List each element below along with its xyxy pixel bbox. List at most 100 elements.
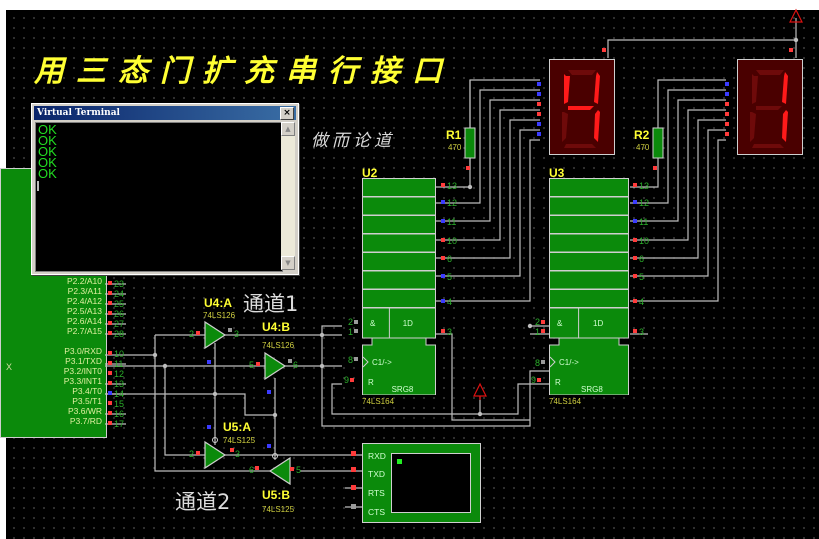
reg-pin: 13 — [447, 181, 458, 191]
shift-register-body: & 1D C1/-> R SRG8 — [549, 178, 629, 395]
vt-pin-rts: RTS — [368, 488, 385, 498]
mcu-pin-number: 15 — [114, 399, 125, 409]
mcu-pin-number: 16 — [114, 409, 125, 419]
reg-pin: 3 — [639, 327, 645, 337]
vt-pin-txd: TXD — [368, 469, 385, 479]
register-stage — [362, 178, 436, 197]
register-stage — [362, 289, 436, 308]
segment-a — [756, 70, 784, 75]
label-d: 1D — [593, 319, 603, 328]
segment-e — [562, 112, 568, 142]
reg-pin: 6 — [639, 254, 645, 264]
reg-pin: 2 — [348, 317, 354, 327]
segment-e — [750, 112, 756, 142]
shift-register-u2[interactable]: & 1D C1/-> R SRG8 — [362, 178, 436, 395]
mcu-pin-number: 14 — [114, 389, 125, 399]
vt-scrollbar[interactable]: ▲ ▼ — [281, 122, 295, 270]
reg-pin: 1 — [348, 327, 354, 337]
virtual-terminal-window[interactable]: Virtual Terminal × OK OK OK OK OK ▲ ▼ — [31, 103, 299, 275]
reg-pin: 10 — [447, 236, 458, 246]
seven-segment-display-2 — [737, 59, 803, 155]
segment-g — [568, 106, 594, 110]
register-part-u2: 74LS164 — [362, 397, 395, 406]
label-and: & — [557, 319, 563, 328]
resistor-r2 — [652, 127, 664, 159]
gate-ref-u4a: U4:A — [204, 296, 233, 310]
reg-pin: 3 — [447, 327, 453, 337]
reg-pin: 6 — [447, 254, 453, 264]
reg-pin: 9 — [531, 375, 537, 385]
mcu-pin-number: 13 — [114, 379, 125, 389]
buffer-u5b-icon — [268, 456, 291, 486]
segment-f — [752, 74, 758, 104]
resistor-value-r2: 470 — [636, 143, 650, 152]
reg-pin: 2 — [535, 317, 541, 327]
register-stage — [549, 233, 629, 253]
reg-pin: 8 — [348, 355, 354, 365]
gate-pin: 3 — [235, 449, 241, 459]
segment-c — [594, 110, 600, 142]
segment-g — [756, 106, 782, 110]
gate-part-u4b: 74LS126 — [262, 341, 295, 350]
register-stage — [362, 233, 436, 253]
vt-window-titlebar[interactable]: Virtual Terminal × — [34, 106, 296, 120]
mcu-pin-number: 27 — [114, 319, 125, 329]
shift-register-body: & 1D C1/-> R SRG8 — [362, 178, 436, 395]
reg-pin: 9 — [344, 375, 350, 385]
segment-f — [564, 74, 570, 104]
shift-register-u3[interactable]: & 1D C1/-> R SRG8 — [549, 178, 629, 395]
gate-pin: 2 — [189, 329, 195, 339]
register-stage — [362, 270, 436, 290]
register-stage — [549, 270, 629, 290]
register-stage — [549, 289, 629, 308]
mcu-pin-number: 26 — [114, 309, 125, 319]
scroll-down-icon[interactable]: ▼ — [281, 256, 295, 270]
reg-pin: 12 — [639, 198, 650, 208]
reg-pin: 8 — [535, 358, 541, 368]
mcu-pin-number: 23 — [114, 279, 125, 289]
label-srg8: SRG8 — [581, 385, 603, 394]
gate-ref-u4b: U4:B — [262, 320, 291, 334]
vt-window-title: Virtual Terminal — [37, 108, 120, 118]
vt-output-area[interactable]: OK OK OK OK OK — [35, 122, 283, 272]
reg-pin: 5 — [447, 272, 453, 282]
close-icon[interactable]: × — [280, 107, 294, 120]
vt-status-led — [397, 459, 402, 464]
register-stage — [549, 215, 629, 234]
label-clock: C1/-> — [559, 358, 579, 367]
text-caret — [37, 181, 39, 191]
gate-part-u5b: 74LS125 — [262, 505, 295, 514]
reg-pin: 4 — [639, 297, 645, 307]
register-stage — [362, 215, 436, 234]
mcu-pin-number: 25 — [114, 299, 125, 309]
resistor-ref-r1: R1 — [446, 128, 462, 142]
segment-a — [568, 70, 596, 75]
gate-ref-u5b: U5:B — [262, 488, 291, 502]
label-d: 1D — [403, 319, 413, 328]
reg-pin: 5 — [639, 272, 645, 282]
scroll-up-icon[interactable]: ▲ — [281, 122, 295, 136]
gate-pin: 5 — [296, 465, 302, 475]
reg-pin: 13 — [639, 181, 650, 191]
gate-pin: 3 — [234, 329, 240, 339]
resistor-r1 — [464, 127, 476, 159]
mcu-pin-number: 12 — [114, 369, 125, 379]
reg-pin: 12 — [447, 198, 458, 208]
register-stage — [362, 196, 436, 216]
mcu-pin-number: 24 — [114, 289, 125, 299]
register-stage — [549, 178, 629, 197]
proteus-schematic-canvas[interactable]: 用三态门扩充串行接口 做而论道 通道1 通道2 P2.2/A10 P2.3/A1… — [0, 0, 819, 539]
reg-pin: 1 — [535, 327, 541, 337]
register-stage — [549, 252, 629, 271]
segment-d — [752, 144, 784, 148]
segment-c — [782, 110, 788, 142]
resistor-value-r1: 470 — [448, 143, 462, 152]
vt-line: OK — [38, 166, 57, 181]
vt-pin-cts: CTS — [368, 507, 385, 517]
reg-pin: 4 — [447, 297, 453, 307]
reg-pin: 11 — [639, 217, 649, 227]
virtual-terminal-device[interactable]: RXD TXD RTS CTS — [362, 443, 481, 523]
gate-pin: 6 — [293, 360, 299, 370]
register-stage — [549, 196, 629, 216]
gate-part-u4a: 74LS126 — [203, 311, 236, 320]
